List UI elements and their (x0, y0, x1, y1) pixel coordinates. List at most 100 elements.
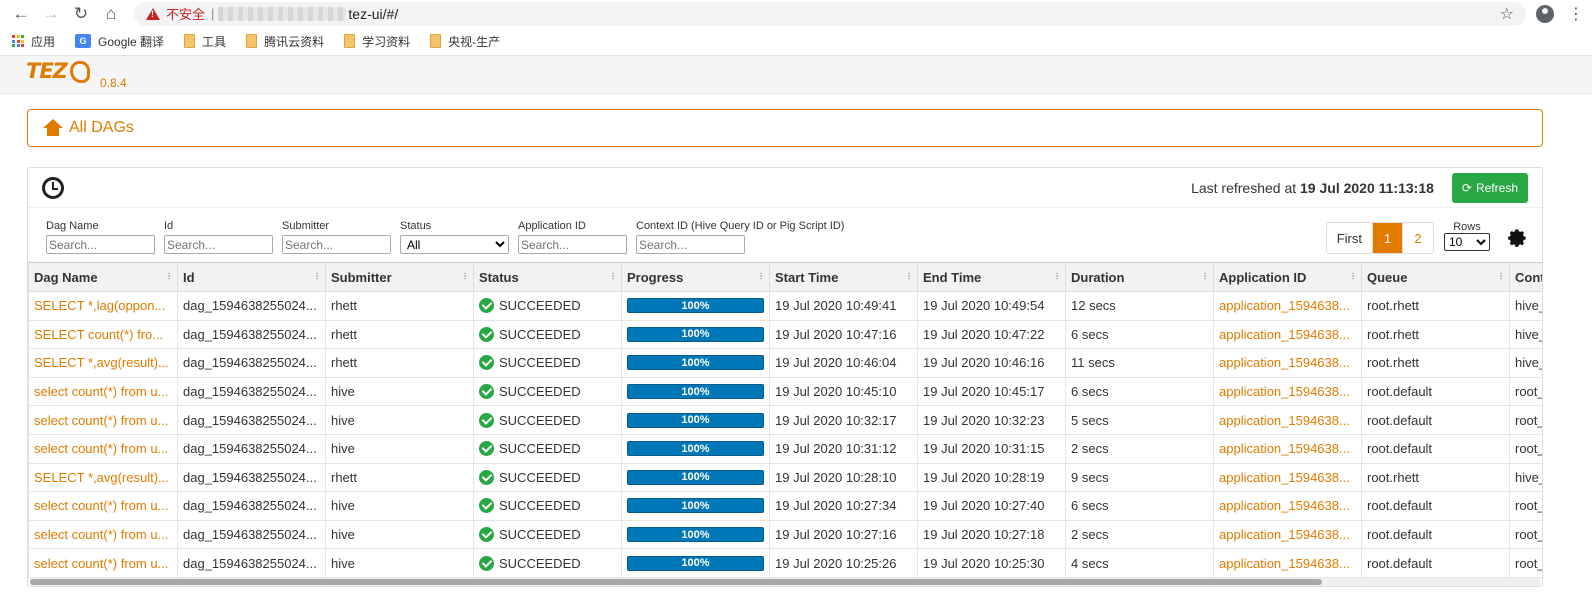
bookmark-tencent-cloud[interactable]: 腾讯云资料 (246, 33, 324, 50)
progress-bar: 100% (627, 355, 764, 371)
folder-icon (246, 34, 258, 48)
page-1-button[interactable]: 1 (1373, 223, 1403, 253)
filter-label: Application ID (518, 220, 586, 232)
context-id-search-input[interactable] (636, 235, 745, 254)
cell-duration: 11 secs (1065, 348, 1214, 378)
refresh-button[interactable]: ⟳ Refresh (1451, 172, 1528, 203)
status-select[interactable]: All (400, 235, 509, 254)
column-header[interactable]: Conte (1509, 262, 1542, 292)
column-resize-handle[interactable]: ⋮ (1349, 272, 1357, 281)
cell-end: 19 Jul 2020 10:27:40 (917, 491, 1066, 521)
horizontal-scrollbar[interactable] (30, 578, 1540, 586)
column-resize-handle[interactable]: ⋮ (905, 272, 913, 281)
progress-bar: 100% (627, 298, 764, 314)
column-header-label: Dag Name (34, 269, 98, 285)
page-2-button[interactable]: 2 (1403, 223, 1433, 253)
cell-duration: 5 secs (1065, 405, 1214, 435)
cell-app-id[interactable]: application_1594638... (1213, 548, 1362, 578)
column-header[interactable]: Duration ⋮ (1065, 262, 1214, 292)
column-header[interactable]: Status ⋮ (473, 262, 622, 292)
cell-id: dag_1594638255024... (177, 405, 326, 435)
progress-cell: 100% (621, 405, 770, 435)
column-resize-handle[interactable]: ⋮ (461, 272, 469, 281)
bookmark-apps[interactable]: 应用 (12, 33, 55, 50)
home-button-icon[interactable]: ⌂ (98, 3, 124, 25)
bookmark-cctv[interactable]: 央视-生产 (430, 33, 500, 50)
column-header-label: Status (479, 269, 519, 285)
column-header[interactable]: End Time ⋮ (917, 262, 1066, 292)
cell-start: 19 Jul 2020 10:46:04 (769, 348, 918, 378)
cell-dag-name[interactable]: select count(*) from u... (28, 548, 178, 578)
column-resize-handle[interactable]: ⋮ (165, 272, 173, 281)
gear-icon[interactable] (1506, 227, 1528, 249)
column-resize-handle[interactable]: ⋮ (1053, 272, 1061, 281)
page-title[interactable]: All DAGs (69, 119, 134, 137)
cell-app-id[interactable]: application_1594638... (1213, 462, 1362, 493)
cell-submitter: rhett (325, 319, 474, 350)
column-header[interactable]: Start Time ⋮ (769, 262, 918, 292)
column-header[interactable]: Dag Name ⋮ (28, 262, 178, 292)
first-page-button[interactable]: First (1327, 223, 1373, 253)
cell-start: 19 Jul 2020 10:28:10 (769, 462, 918, 493)
column-resize-handle[interactable]: ⋮ (609, 272, 617, 281)
cell-dag-name[interactable]: select count(*) from u... (28, 405, 178, 435)
cell-duration: 9 secs (1065, 462, 1214, 493)
cell-dag-name[interactable]: select count(*) from u... (28, 433, 178, 464)
profile-icon[interactable] (1536, 4, 1554, 23)
cell-submitter: hive (325, 491, 474, 521)
forward-arrow-icon[interactable]: → (38, 3, 64, 25)
filter-context-id: Context ID (Hive Query ID or Pig Script … (636, 220, 844, 254)
application-id-search-input[interactable] (518, 235, 627, 254)
cell-app-id[interactable]: application_1594638... (1213, 519, 1362, 550)
cell-dag-name[interactable]: SELECT count(*) fro... (28, 319, 178, 350)
column-header[interactable]: Submitter ⋮ (325, 262, 474, 292)
cell-submitter: hive (325, 433, 474, 464)
cell-app-id[interactable]: application_1594638... (1213, 405, 1362, 435)
dag-name-search-input[interactable] (46, 235, 155, 254)
cell-app-id[interactable]: application_1594638... (1213, 491, 1362, 521)
bookmark-study[interactable]: 学习资料 (344, 33, 410, 50)
bookmark-star-icon[interactable]: ☆ (1500, 4, 1514, 24)
cell-app-id[interactable]: application_1594638... (1213, 319, 1362, 350)
column-resize-handle[interactable]: ⋮ (313, 272, 321, 281)
cell-app-id[interactable]: application_1594638... (1213, 433, 1362, 464)
cell-dag-name[interactable]: select count(*) from u... (28, 491, 178, 521)
cell-dag-name[interactable]: SELECT *,lag(oppon... (28, 291, 178, 321)
cell-dag-name[interactable]: select count(*) from u... (28, 519, 178, 550)
home-icon[interactable] (43, 119, 63, 137)
clock-icon[interactable] (42, 176, 64, 199)
back-arrow-icon[interactable]: ← (8, 3, 34, 25)
column-header[interactable]: Progress ⋮ (621, 262, 770, 292)
rows-select[interactable]: 10 (1444, 233, 1490, 251)
tez-logo[interactable]: TEZ (26, 59, 68, 83)
address-bar[interactable]: 不安全 | tez-ui/#/ ☆ (134, 1, 1526, 26)
browser-toolbar: ← → ↻ ⌂ 不安全 | tez-ui/#/ ☆ ⋮ (0, 0, 1592, 27)
cell-end: 19 Jul 2020 10:47:22 (917, 319, 1066, 350)
cell-id: dag_1594638255024... (177, 491, 326, 521)
submitter-search-input[interactable] (282, 235, 391, 254)
column-resize-handle[interactable]: ⋮ (757, 272, 765, 281)
column-header[interactable]: Application ID ⋮ (1213, 262, 1362, 292)
status-badge: SUCCEEDED (479, 298, 616, 314)
bookmark-google-translate[interactable]: G Google 翻译 (75, 33, 164, 50)
scrollbar-thumb[interactable] (30, 579, 1322, 585)
cell-dag-name[interactable]: SELECT *,avg(result)... (28, 348, 178, 378)
cell-dag-name[interactable]: SELECT *,avg(result)... (28, 462, 178, 493)
reload-icon[interactable]: ↻ (68, 3, 94, 25)
id-search-input[interactable] (164, 235, 273, 254)
column-header[interactable]: Id ⋮ (177, 262, 326, 292)
bookmark-label: 学习资料 (362, 34, 411, 49)
cell-queue: root.rhett (1361, 291, 1510, 321)
cell-dag-name[interactable]: select count(*) from u... (28, 376, 178, 407)
cell-context: root_ (1509, 491, 1542, 521)
cell-app-id[interactable]: application_1594638... (1213, 376, 1362, 407)
cell-app-id[interactable]: application_1594638... (1213, 291, 1362, 321)
bookmark-tools[interactable]: 工具 (184, 33, 226, 50)
cell-app-id[interactable]: application_1594638... (1213, 348, 1362, 378)
menu-kebab-icon[interactable]: ⋮ (1568, 4, 1584, 24)
column-resize-handle[interactable]: ⋮ (1201, 272, 1209, 281)
column-resize-handle[interactable]: ⋮ (1497, 272, 1505, 281)
status-cell: SUCCEEDED (473, 376, 622, 407)
filter-label: Id (164, 220, 174, 232)
column-header[interactable]: Queue ⋮ (1361, 262, 1510, 292)
